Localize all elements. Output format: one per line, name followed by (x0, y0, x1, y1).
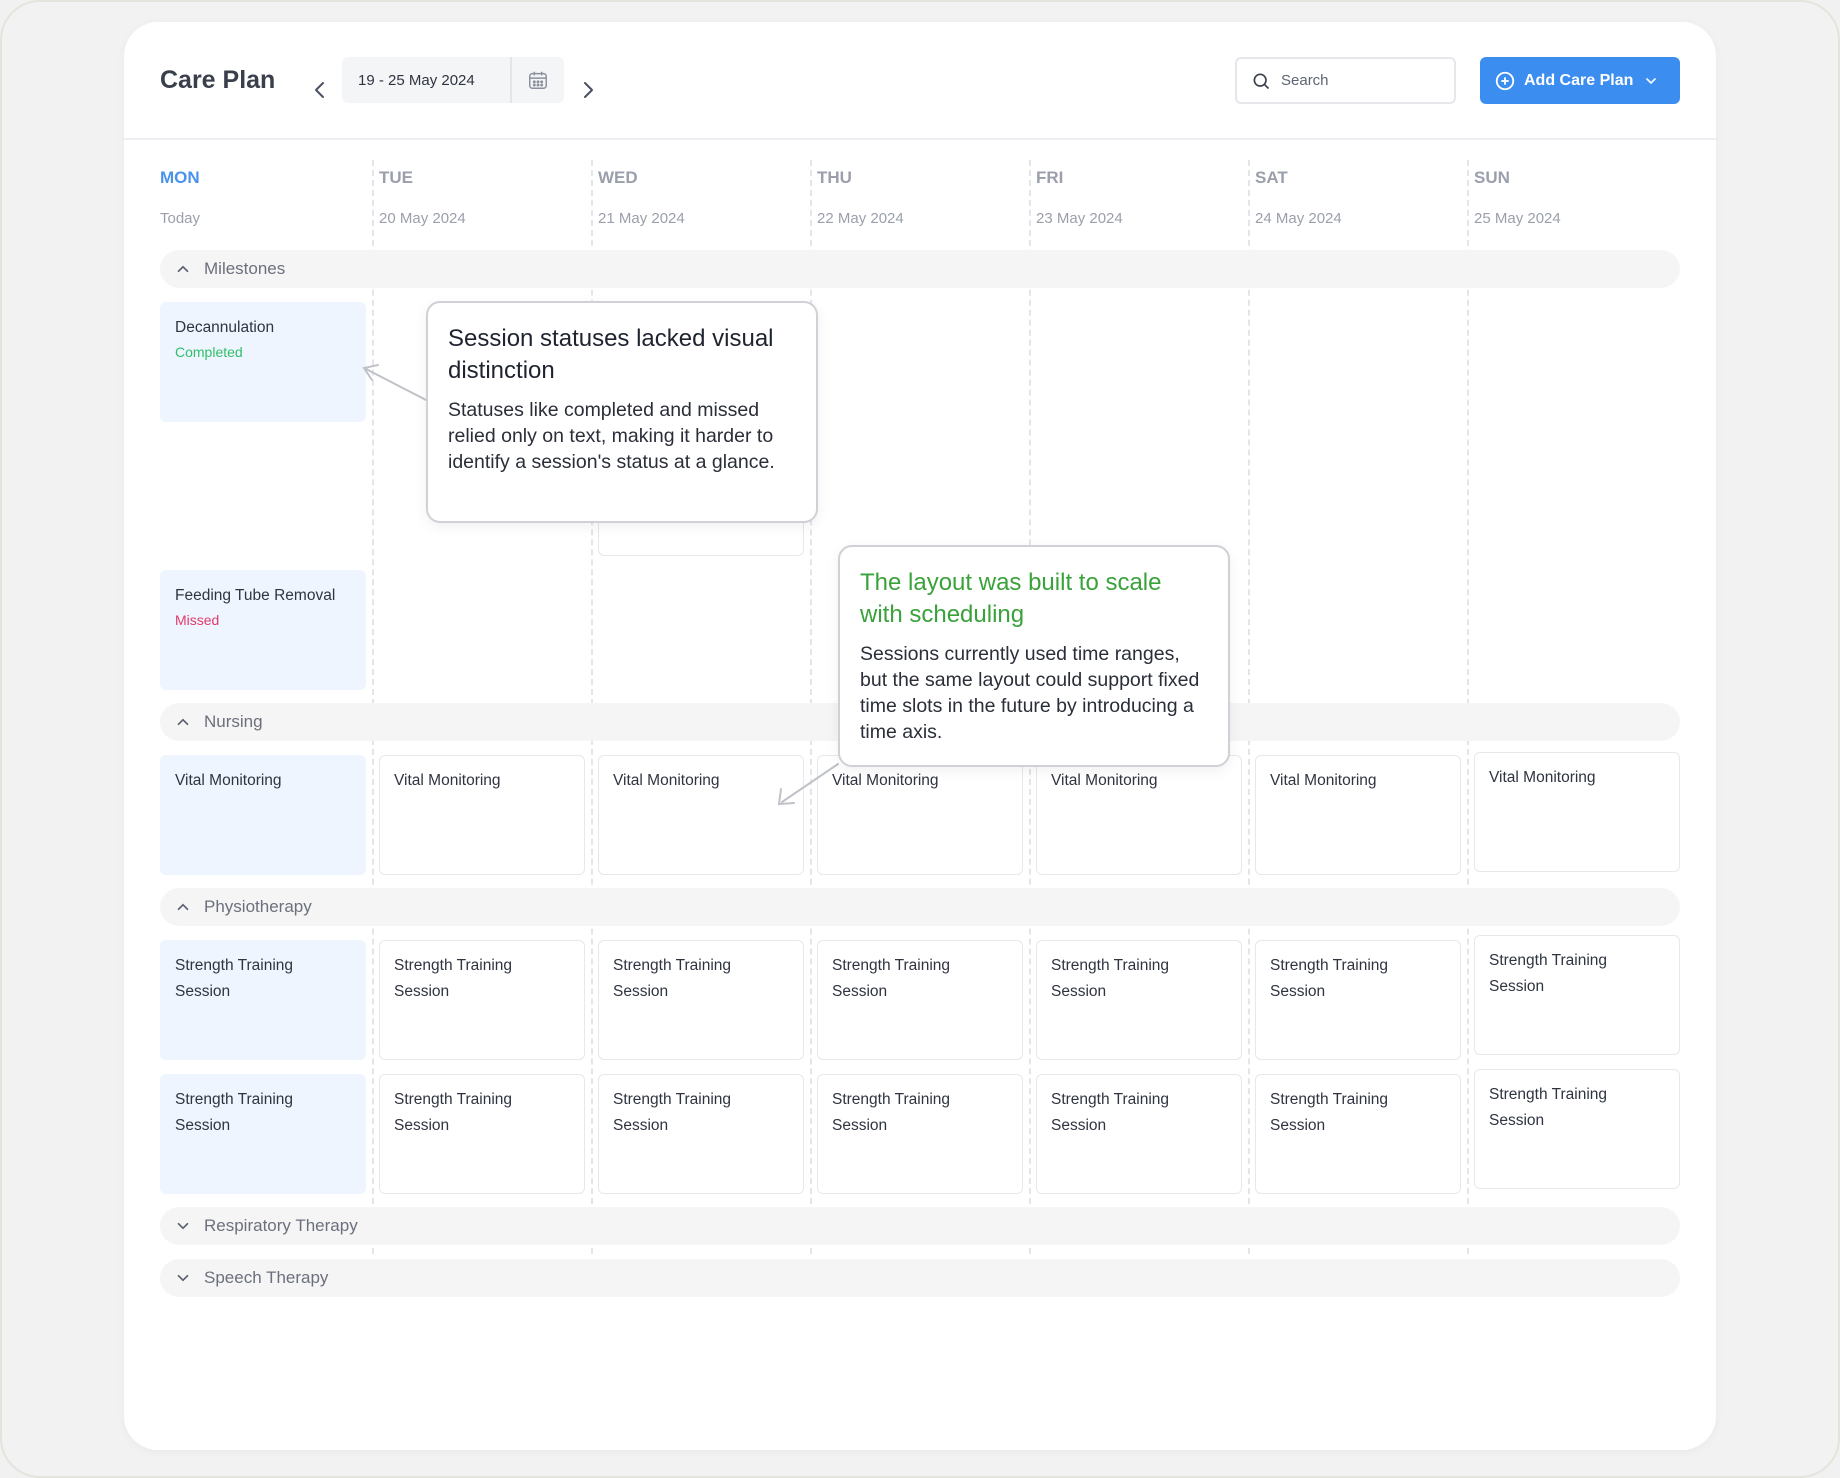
chevron-down-icon (1646, 77, 1657, 84)
day-date-mon: Today (160, 210, 201, 227)
day-header-mon: MON (160, 168, 200, 187)
session-title: Vital Monitoring (832, 772, 939, 789)
session-card[interactable]: Strength Training Session (160, 1074, 366, 1194)
session-card[interactable]: Strength Training Session (598, 940, 804, 1060)
session-card[interactable]: Vital Monitoring (379, 755, 585, 875)
chevron-up-icon (177, 718, 189, 726)
session-title: Strength Training Session (832, 1091, 951, 1134)
day-date-tue: 20 May 2024 (379, 210, 466, 227)
session-title: Strength Training Session (1051, 1091, 1170, 1134)
session-card[interactable]: Vital Monitoring (598, 755, 804, 875)
day-date-wed: 21 May 2024 (598, 210, 685, 227)
annotation-callout: Session statuses lacked visual distincti… (426, 301, 818, 523)
session-title: Vital Monitoring (1489, 769, 1596, 786)
session-title: Vital Monitoring (1270, 772, 1377, 789)
session-card[interactable]: Strength Training Session (598, 1074, 804, 1194)
session-card[interactable]: Vital Monitoring (1474, 752, 1680, 872)
section-label: Milestones (204, 259, 286, 278)
session-title: Vital Monitoring (175, 772, 282, 789)
section-speech-therapy[interactable]: Speech Therapy (160, 1259, 1680, 1297)
session-title: Strength Training Session (175, 1091, 294, 1134)
callout-body: Sessions currently used time ranges, but… (860, 643, 1200, 743)
session-title: Strength Training Session (613, 1091, 732, 1134)
session-card[interactable]: Vital Monitoring (1036, 755, 1242, 875)
session-card[interactable]: Strength Training Session (817, 1074, 1023, 1194)
section-label: Respiratory Therapy (204, 1216, 358, 1235)
session-card[interactable]: Strength Training Session (160, 940, 366, 1060)
session-title: Strength Training Session (1270, 957, 1389, 1000)
session-card[interactable]: Vital Monitoring (160, 755, 366, 875)
session-card[interactable]: Strength Training Session (379, 940, 585, 1060)
session-card[interactable]: Strength Training Session (1474, 1069, 1680, 1189)
section-physiotherapy[interactable]: Physiotherapy (160, 888, 1680, 926)
day-header-fri: FRI (1036, 168, 1064, 187)
day-date-thu: 22 May 2024 (817, 210, 904, 227)
milestone-card[interactable]: Feeding Tube Removal Missed (160, 570, 366, 690)
session-title: Strength Training Session (613, 957, 732, 1000)
chevron-right-icon (584, 82, 593, 98)
session-card[interactable]: Strength Training Session (1474, 935, 1680, 1055)
session-title: Strength Training Session (394, 1091, 513, 1134)
day-header-sat: SAT (1255, 168, 1288, 187)
day-date-fri: 23 May 2024 (1036, 210, 1123, 227)
search-icon (1253, 73, 1270, 89)
search-input[interactable]: Search (1235, 57, 1456, 104)
session-card[interactable]: Strength Training Session (1036, 940, 1242, 1060)
prev-week-button[interactable] (308, 78, 332, 102)
session-title: Strength Training Session (1051, 957, 1170, 1000)
session-title: Vital Monitoring (394, 772, 501, 789)
chevron-up-icon (177, 265, 189, 273)
session-card[interactable]: Strength Training Session (379, 1074, 585, 1194)
chevron-down-icon (177, 1274, 189, 1282)
calendar-icon (529, 71, 547, 89)
status-completed: Completed (175, 344, 243, 360)
day-header-thu: THU (817, 168, 852, 187)
session-title: Strength Training Session (832, 957, 951, 1000)
section-label: Nursing (204, 712, 263, 731)
chevron-up-icon (177, 903, 189, 911)
session-title: Strength Training Session (1489, 1086, 1608, 1129)
day-date-sun: 25 May 2024 (1474, 210, 1561, 227)
callout-body: Statuses like completed and missed relie… (448, 399, 775, 473)
section-label: Physiotherapy (204, 897, 312, 916)
chevron-left-icon (315, 82, 324, 98)
session-card[interactable]: Vital Monitoring (1255, 755, 1461, 875)
plus-circle-icon (1495, 71, 1515, 90)
milestone-title: Feeding Tube Removal (175, 587, 336, 604)
day-header-sun: SUN (1474, 168, 1510, 187)
section-milestones[interactable]: Milestones (160, 250, 1680, 288)
session-title: Vital Monitoring (1051, 772, 1158, 789)
search-placeholder: Search (1281, 72, 1329, 89)
milestone-title: Decannulation (175, 319, 275, 336)
session-title: Strength Training Session (394, 957, 513, 1000)
session-title: Strength Training Session (1489, 952, 1608, 995)
session-card[interactable]: Strength Training Session (1036, 1074, 1242, 1194)
day-header-wed: WED (598, 168, 638, 187)
date-range-text: 19 - 25 May 2024 (358, 71, 475, 89)
date-range-picker[interactable]: 19 - 25 May 2024 (342, 57, 564, 103)
session-card[interactable]: Strength Training Session (1255, 940, 1461, 1060)
session-card[interactable]: Strength Training Session (1255, 1074, 1461, 1194)
annotation-callout: The layout was built to scale with sched… (838, 545, 1230, 767)
section-label: Speech Therapy (204, 1268, 329, 1287)
day-date-sat: 24 May 2024 (1255, 210, 1342, 227)
add-care-plan-label: Add Care Plan (1524, 71, 1634, 89)
callout-title: The layout was built to scale with sched… (860, 569, 1162, 628)
calendar-button[interactable] (512, 57, 564, 103)
status-missed: Missed (175, 612, 220, 628)
day-header-tue: TUE (379, 168, 413, 187)
page-title: Care Plan (160, 66, 276, 94)
section-respiratory-therapy[interactable]: Respiratory Therapy (160, 1207, 1680, 1245)
session-card[interactable]: Strength Training Session (817, 940, 1023, 1060)
session-title: Vital Monitoring (613, 772, 720, 789)
session-title: Strength Training Session (1270, 1091, 1389, 1134)
header: Care Plan 19 - 25 May 2024 Search Add Ca… (124, 22, 1716, 140)
milestone-card[interactable]: Decannulation Completed (160, 302, 366, 422)
session-title: Strength Training Session (175, 957, 294, 1000)
add-care-plan-button[interactable]: Add Care Plan (1480, 57, 1680, 104)
next-week-button[interactable] (576, 78, 600, 102)
chevron-down-icon (177, 1222, 189, 1230)
callout-title: Session statuses lacked visual distincti… (448, 325, 774, 384)
session-card[interactable]: Vital Monitoring (817, 755, 1023, 875)
